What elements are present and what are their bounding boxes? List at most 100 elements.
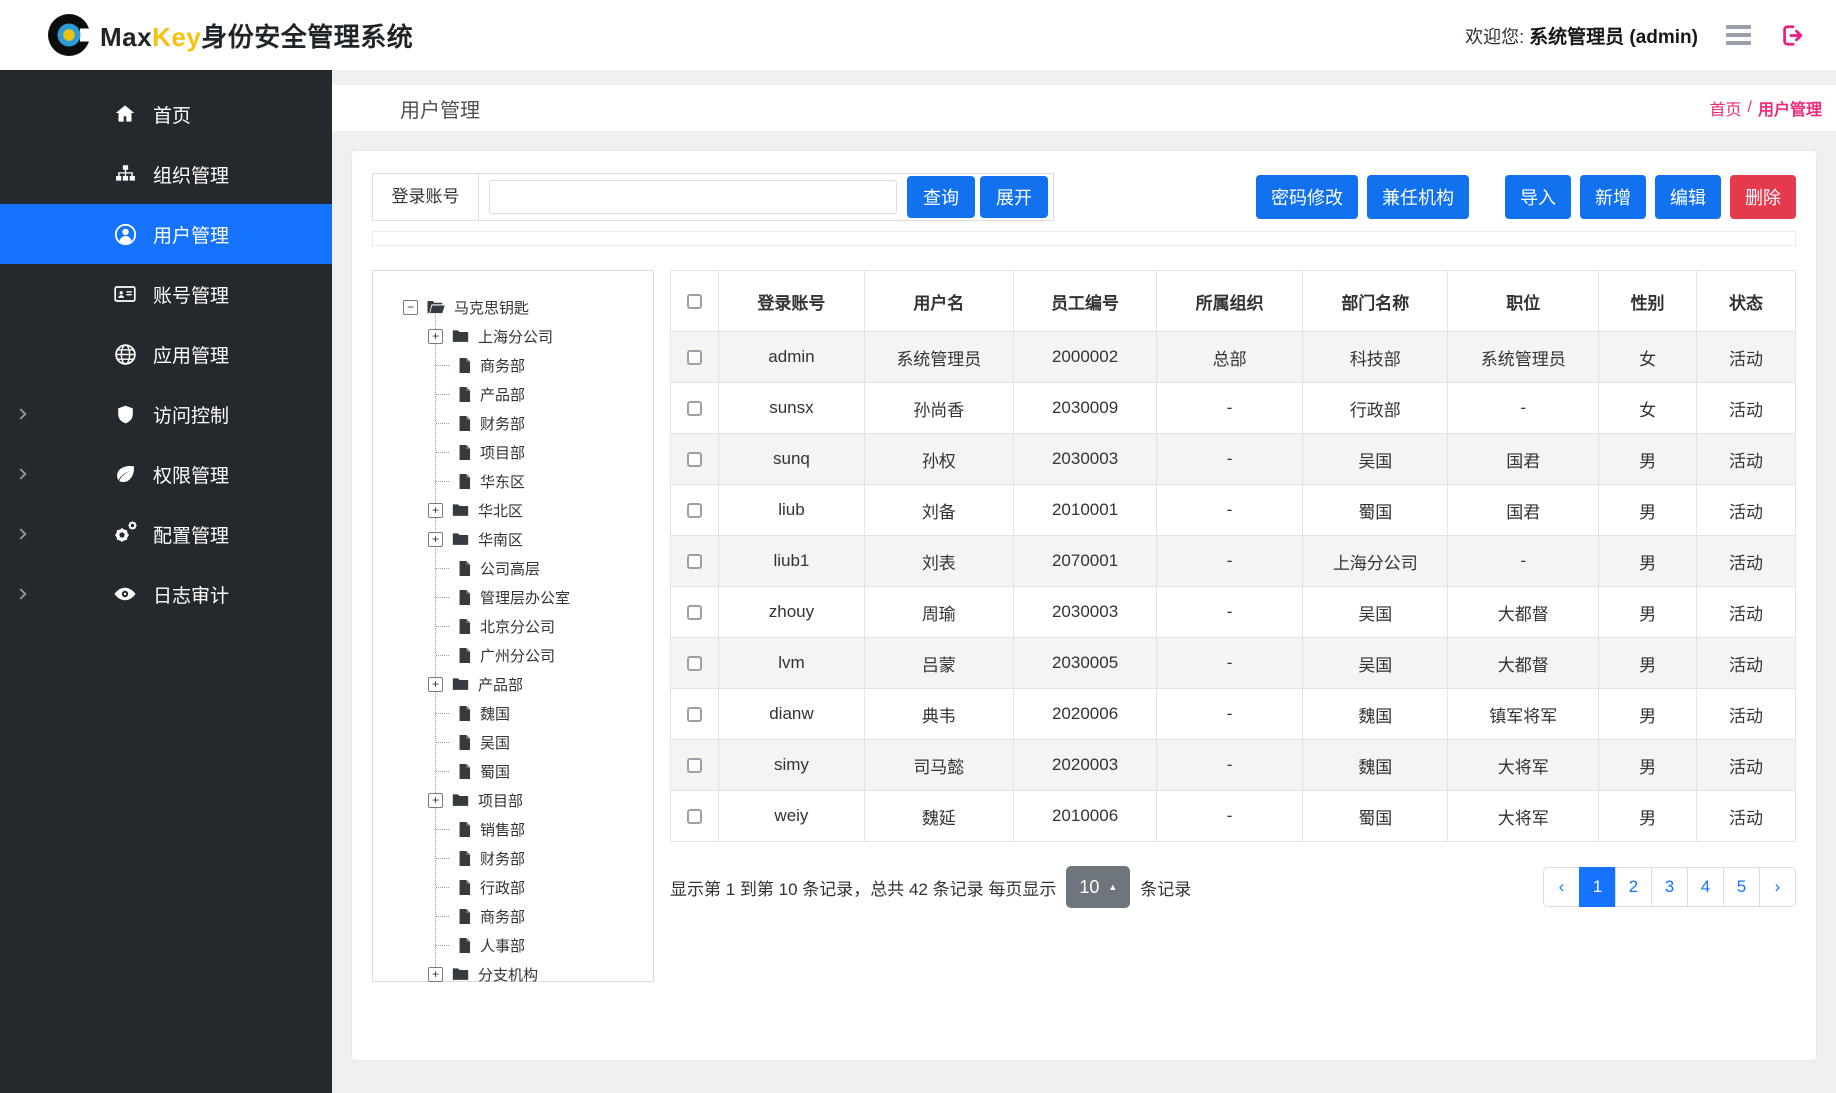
sidebar-item-audit-log[interactable]: 日志审计 [0,564,332,624]
sidebar-item-configuration[interactable]: 配置管理 [0,504,332,564]
table-cell: 2030009 [1014,383,1157,434]
file-icon [457,705,472,722]
tree-node[interactable]: −马克思钥匙 [379,293,647,322]
page-button-4[interactable]: 4 [1687,867,1724,907]
table-cell: 活动 [1697,536,1796,587]
tree-node[interactable]: +华南区 [379,525,647,554]
concurrent-org-button[interactable]: 兼任机构 [1367,175,1469,219]
tree-node-label: 分支机构 [478,964,538,985]
table-cell: 男 [1599,434,1697,485]
tree-node[interactable]: +上海分公司 [379,322,647,351]
page-button-3[interactable]: 3 [1651,867,1688,907]
add-button[interactable]: 新增 [1580,175,1646,219]
sidebar-item-home[interactable]: 首页 [0,84,332,144]
login-account-input[interactable] [489,180,897,214]
breadcrumb-home-link[interactable]: 首页 [1710,96,1742,120]
table-row[interactable]: sunsx孙尚香2030009-行政部-女活动 [671,383,1796,434]
tree-node-label: 销售部 [480,819,525,840]
table-row[interactable]: dianw典韦2020006-魏国镇军将军男活动 [671,689,1796,740]
tree-node[interactable]: 公司高层 [379,554,647,583]
table-row[interactable]: simy司马懿2020003-魏国大将军男活动 [671,740,1796,791]
page-button-1[interactable]: 1 [1579,867,1616,907]
tree-node[interactable]: 商务部 [379,902,647,931]
pagination-summary-prefix: 显示第 1 到第 10 条记录，总共 42 条记录 每页显示 [670,875,1056,900]
tree-node[interactable]: 蜀国 [379,757,647,786]
delete-button[interactable]: 删除 [1730,175,1796,219]
table-cell: 2030005 [1014,638,1157,689]
tree-node[interactable]: 华东区 [379,467,647,496]
row-checkbox[interactable] [687,401,702,416]
table-row[interactable]: zhouy周瑜2030003-吴国大都督男活动 [671,587,1796,638]
tree-node[interactable]: 吴国 [379,728,647,757]
tree-expander-plus[interactable]: + [428,329,443,344]
tree-node[interactable]: 人事部 [379,931,647,960]
tree-node[interactable]: +产品部 [379,670,647,699]
table-row[interactable]: lvm吕蒙2030005-吴国大都督男活动 [671,638,1796,689]
row-checkbox[interactable] [687,554,702,569]
table-cell: - [1157,740,1303,791]
file-icon [457,560,472,577]
sign-out-icon[interactable] [1779,23,1806,48]
id-card-icon [112,282,138,306]
tree-node[interactable]: 商务部 [379,351,647,380]
sidebar: 首页组织管理用户管理账号管理应用管理访问控制权限管理配置管理日志审计 [0,70,332,1093]
tree-expander-plus[interactable]: + [428,793,443,808]
tree-node[interactable]: 管理层办公室 [379,583,647,612]
change-password-button[interactable]: 密码修改 [1256,175,1358,219]
table-row[interactable]: liub1刘表2070001-上海分公司-男活动 [671,536,1796,587]
tree-node[interactable]: 销售部 [379,815,647,844]
row-checkbox[interactable] [687,707,702,722]
row-checkbox[interactable] [687,758,702,773]
tree-expander-minus[interactable]: − [403,300,418,315]
import-button[interactable]: 导入 [1505,175,1571,219]
tree-expander-plus[interactable]: + [428,503,443,518]
sidebar-item-organization[interactable]: 组织管理 [0,144,332,204]
sidebar-item-permissions[interactable]: 权限管理 [0,444,332,504]
sidebar-item-accounts[interactable]: 账号管理 [0,264,332,324]
tree-connector [436,365,449,366]
tree-expander-plus[interactable]: + [428,532,443,547]
tree-node[interactable]: + 分支机构 [379,960,647,989]
table-row[interactable]: admin系统管理员2000002总部科技部系统管理员女活动 [671,332,1796,383]
tree-node[interactable]: 魏国 [379,699,647,728]
page-button-2[interactable]: 2 [1615,867,1652,907]
tree-node[interactable]: 广州分公司 [379,641,647,670]
table-row[interactable]: sunq孙权2030003-吴国国君男活动 [671,434,1796,485]
row-checkbox[interactable] [687,605,702,620]
row-checkbox[interactable] [687,809,702,824]
tree-node[interactable]: 项目部 [379,438,647,467]
tree-expander-plus[interactable]: + [428,967,443,982]
menu-toggle-icon[interactable] [1726,21,1751,49]
query-button[interactable]: 查询 [907,176,975,218]
tree-children: +上海分公司商务部产品部财务部项目部华东区+华北区+华南区公司高层管理层办公室北… [379,322,647,989]
table-row[interactable]: liub刘备2010001-蜀国国君男活动 [671,485,1796,536]
sidebar-item-access-control[interactable]: 访问控制 [0,384,332,444]
table-cell: - [1448,536,1599,587]
tree-node[interactable]: 北京分公司 [379,612,647,641]
table-row[interactable]: weiy魏延2010006-蜀国大将军男活动 [671,791,1796,842]
tree-node[interactable]: +项目部 [379,786,647,815]
table-cell: 上海分公司 [1303,536,1448,587]
sidebar-item-users[interactable]: 用户管理 [0,204,332,264]
select-all-checkbox[interactable] [687,294,702,309]
page-size-dropdown[interactable]: 10 ▲ [1066,866,1130,908]
page-button-5[interactable]: 5 [1723,867,1760,907]
row-checkbox[interactable] [687,350,702,365]
tree-node[interactable]: 财务部 [379,844,647,873]
sidebar-item-applications[interactable]: 应用管理 [0,324,332,384]
tree-expander-plus[interactable]: + [428,677,443,692]
tree-node[interactable]: 财务部 [379,409,647,438]
tree-node-label: 华北区 [478,500,523,521]
tree-node[interactable]: 行政部 [379,873,647,902]
tree-node[interactable]: + 华北区 [379,496,647,525]
edit-button[interactable]: 编辑 [1655,175,1721,219]
row-checkbox[interactable] [687,503,702,518]
prev-page-button[interactable]: ‹ [1543,867,1580,907]
row-checkbox[interactable] [687,452,702,467]
next-page-button[interactable]: › [1759,867,1796,907]
expand-search-button[interactable]: 展开 [980,176,1048,218]
table-cell: 蜀国 [1303,791,1448,842]
tree-node[interactable]: 产品部 [379,380,647,409]
org-tree-panel: −马克思钥匙+上海分公司商务部产品部财务部项目部华东区+华北区+华南区公司高层管… [372,270,654,982]
row-checkbox[interactable] [687,656,702,671]
